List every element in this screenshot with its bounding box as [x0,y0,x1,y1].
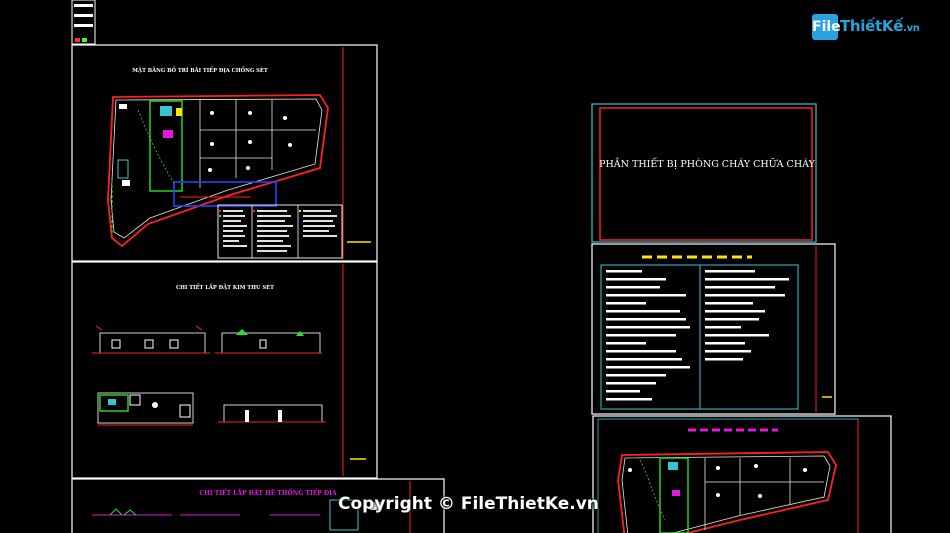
fire-equipment-title: PHẦN THIẾT BỊ PHÒNG CHÁY CHỮA CHÁY [599,157,815,170]
section-view [218,404,326,423]
title-stamp-mini [71,0,96,45]
brand-suffix: .vn [903,23,920,34]
legend-table [217,204,343,259]
cad-drawing-canvas: MẶT BẰNG BỐ TRÍ BÃI TIẾP ĐỊA CHỐNG SÉT C… [71,0,892,533]
mini-floor-plan [97,392,194,426]
legend-text-lines [606,270,789,401]
brand-name: ThiếtKế.vn [840,17,920,35]
sheet-lightning-rod-detail: CHI TIẾT LẮP ĐẶT KIM THU SÉT [71,261,378,479]
grounding-system-detail-title: CHI TIẾT LẮP ĐẶT HỆ THỐNG TIẾP ĐỊA [199,489,337,497]
grounding-plan-title: MẶT BẰNG BỐ TRÍ BÃI TIẾP ĐỊA CHỐNG SÉT [132,66,268,74]
brand-logo[interactable]: File ThiếtKế.vn [812,14,920,40]
sheet-fire-equipment-plan [592,415,892,533]
sheet-grounding-plan: MẶT BẰNG BỐ TRÍ BÃI TIẾP ĐỊA CHỐNG SÉT [71,44,378,262]
copyright-watermark: Copyright © FileThietKe.vn [338,494,599,514]
lightning-rod-detail-title: CHI TIẾT LẮP ĐẶT KIM THU SÉT [176,283,274,291]
brand-name-main: ThiếtKế [840,17,904,35]
logo-badge-icon: File [812,14,841,40]
sheet-fire-equipment-legend [591,243,836,415]
sheet-fire-equipment-title: PHẦN THIẾT BỊ PHÒNG CHÁY CHỮA CHÁY [591,103,817,243]
cad-drawing-viewport: MẶT BẰNG BỐ TRÍ BÃI TIẾP ĐỊA CHỐNG SÉT C… [0,0,950,533]
elevation-views [92,325,322,354]
